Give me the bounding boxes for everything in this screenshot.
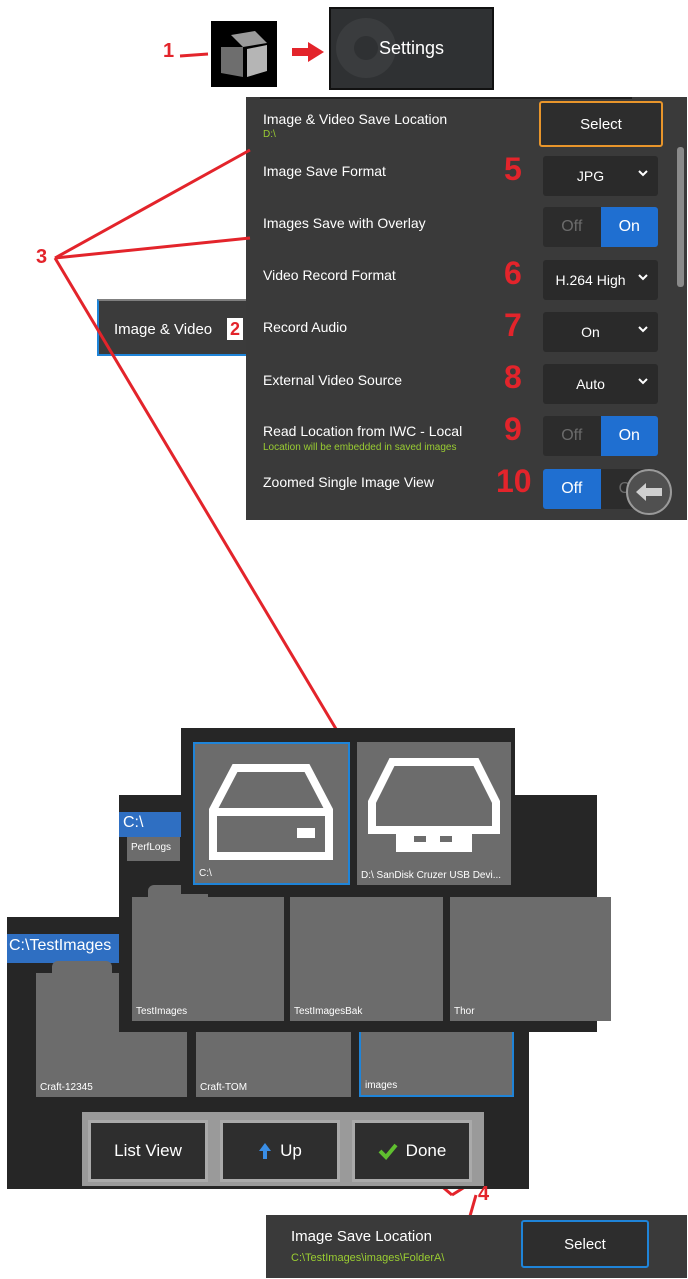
arrow-right-icon: [292, 42, 324, 62]
external-video-label: External Video Source: [263, 372, 403, 388]
zoomed-view-off[interactable]: Off: [543, 469, 601, 509]
settings-panel: Image & Video Save Location D:\ Select I…: [246, 97, 687, 520]
folder-thor[interactable]: Thor: [450, 897, 611, 1021]
done-label: Done: [405, 1141, 447, 1160]
video-format-dropdown[interactable]: H.264 High: [543, 260, 658, 300]
image-video-tab[interactable]: Image & Video 2: [97, 299, 246, 356]
overlay-off[interactable]: Off: [543, 207, 601, 247]
external-video-value: Auto: [576, 376, 605, 392]
drive-c[interactable]: C:\: [193, 742, 350, 885]
record-audio-value: On: [581, 324, 600, 340]
image-video-tab-label: Image & Video: [114, 321, 213, 338]
read-location-sub: Location will be embedded in saved image…: [263, 442, 457, 453]
callout-10: 10: [496, 463, 532, 499]
image-format-dropdown[interactable]: JPG: [543, 156, 658, 196]
video-format-value: H.264 High: [555, 272, 626, 288]
read-location-toggle[interactable]: Off On: [543, 416, 658, 456]
overlay-toggle[interactable]: Off On: [543, 207, 658, 247]
list-view-button[interactable]: List View: [88, 1120, 208, 1182]
callout-6: 6: [504, 255, 522, 291]
record-audio-label: Record Audio: [263, 319, 348, 335]
path-testimages: C:\TestImages: [7, 934, 120, 963]
save-location-label: Image & Video Save Location: [263, 111, 448, 127]
up-arrow-icon: [259, 1143, 272, 1159]
settings-label: Settings: [378, 38, 445, 58]
folder-perflogs[interactable]: PerfLogs: [127, 837, 180, 861]
hard-drive-icon: [209, 764, 333, 860]
folder-testimages[interactable]: TestImages: [132, 885, 284, 1021]
video-format-label: Video Record Format: [263, 267, 396, 283]
image-format-value: JPG: [576, 168, 605, 184]
app-icon[interactable]: [211, 21, 277, 87]
save-location-path: D:\: [263, 129, 276, 140]
pointer-arrow-1: [179, 52, 209, 58]
image-save-location-label: Image Save Location: [291, 1228, 432, 1245]
image-save-location-row: Image Save Location C:\TestImages\images…: [266, 1215, 687, 1278]
back-arrow-icon: [636, 483, 662, 501]
up-button[interactable]: Up: [220, 1120, 340, 1182]
done-button[interactable]: Done: [352, 1120, 472, 1182]
callout-7: 7: [504, 307, 522, 343]
chevron-down-icon: [638, 274, 648, 281]
chevron-down-icon: [638, 170, 648, 177]
callout-4: 4: [478, 1183, 490, 1205]
select-location-button[interactable]: Select: [539, 101, 663, 147]
read-location-on[interactable]: On: [600, 416, 658, 456]
settings-button[interactable]: Settings: [329, 7, 494, 90]
cube-logo-icon: [221, 31, 267, 77]
chevron-down-icon: [638, 326, 648, 333]
drive-selector: C:\ D:\ SanDisk Cruzer USB Devi...: [181, 728, 515, 894]
callout-9: 9: [504, 411, 522, 447]
file-browser-toolbar: List View Up Done: [82, 1112, 484, 1186]
callout-1: 1: [163, 40, 175, 62]
list-view-label: List View: [114, 1141, 182, 1160]
folder-testimagesbak[interactable]: TestImagesBak: [290, 897, 443, 1021]
overlay-label: Images Save with Overlay: [263, 215, 426, 231]
overlay-on[interactable]: On: [600, 207, 658, 247]
zoomed-view-label: Zoomed Single Image View: [263, 474, 434, 490]
image-save-location-path: C:\TestImages\images\FolderA\: [291, 1252, 445, 1264]
up-label: Up: [280, 1141, 302, 1160]
record-audio-dropdown[interactable]: On: [543, 312, 658, 352]
usb-drive-icon: [368, 758, 500, 852]
callout-8: 8: [504, 359, 522, 395]
callout-2: 2: [227, 318, 244, 340]
drive-d-usb[interactable]: D:\ SanDisk Cruzer USB Devi...: [357, 742, 511, 885]
checkmark-icon: [378, 1143, 398, 1160]
callout-5: 5: [504, 151, 522, 187]
image-save-format-label: Image Save Format: [263, 163, 386, 179]
read-location-label: Read Location from IWC - Local: [263, 423, 463, 439]
path-c-root: C:\: [119, 812, 181, 837]
callout-3: 3: [36, 246, 48, 268]
back-button[interactable]: [626, 469, 672, 515]
image-save-location-select-button[interactable]: Select: [521, 1220, 649, 1268]
external-video-dropdown[interactable]: Auto: [543, 364, 658, 404]
scrollbar[interactable]: [677, 147, 684, 287]
chevron-down-icon: [638, 378, 648, 385]
read-location-off[interactable]: Off: [543, 416, 601, 456]
